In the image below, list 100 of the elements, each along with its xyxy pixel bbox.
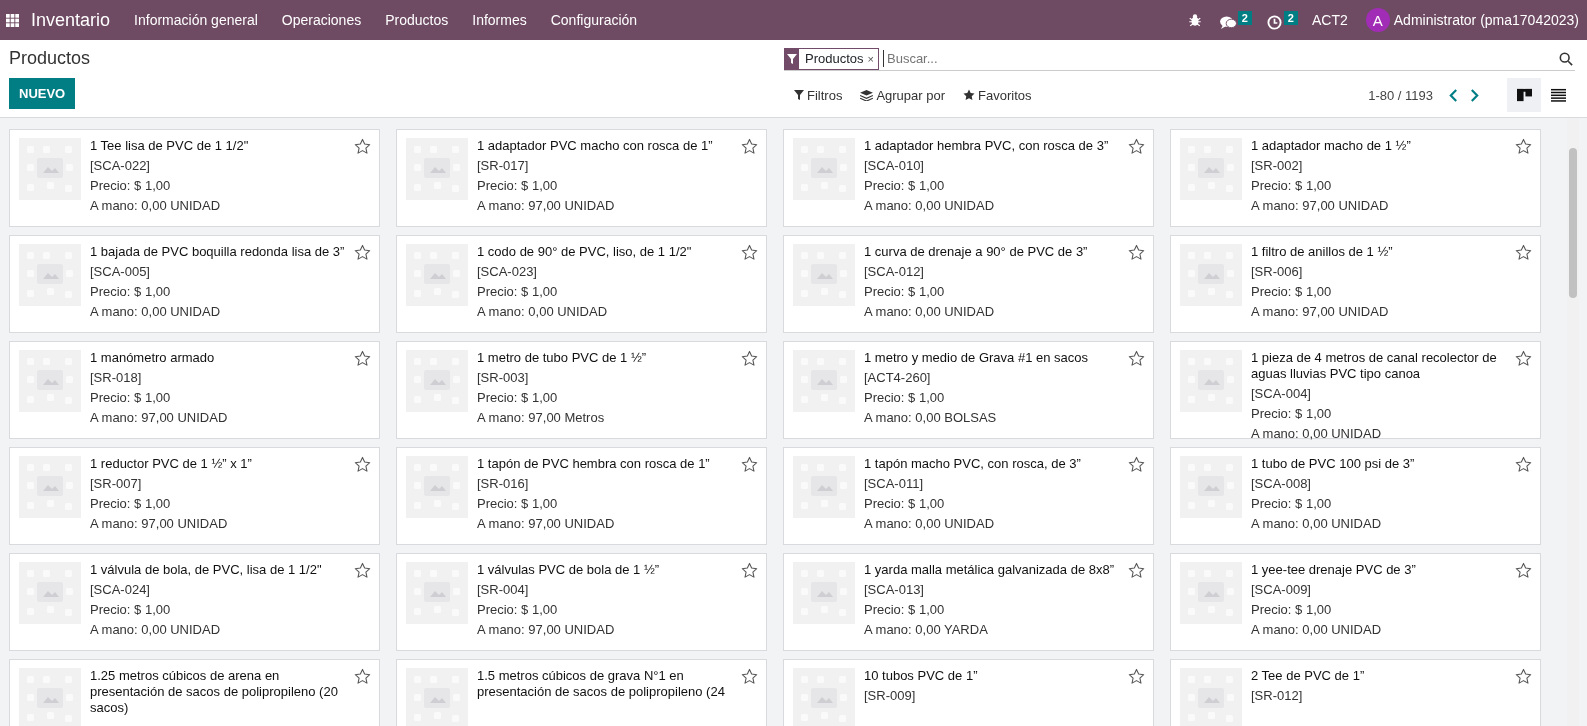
star-icon[interactable]	[354, 138, 371, 155]
product-name: 2 Tee de PVC de 1”	[1251, 668, 1366, 684]
star-icon[interactable]	[354, 562, 371, 579]
image-placeholder	[19, 456, 81, 518]
star-icon[interactable]	[354, 668, 371, 685]
star-icon[interactable]	[741, 668, 758, 685]
group-by-button[interactable]: Agrupar por	[851, 87, 955, 103]
product-card[interactable]: 1 bajada de PVC boquilla redonda lisa de 3” [SCA-005] Precio: $ 1,00 A mano: 0,00 UNIDAD	[9, 235, 380, 333]
previous-page-icon[interactable]	[1449, 88, 1458, 102]
menu-item[interactable]: Productos	[385, 12, 449, 28]
product-price: Precio: $ 1,00	[864, 602, 946, 618]
bug-icon[interactable]	[1187, 13, 1202, 27]
menu-item[interactable]: Operaciones	[281, 12, 362, 28]
product-card[interactable]: 1 manómetro armado [SR-018] Precio: $ 1,00 A mano: 97,00 UNIDAD	[9, 341, 380, 439]
product-name: 1 curva de drenaje a 90° de PVC de 3”	[864, 244, 1089, 260]
product-card[interactable]: 2 Tee de PVC de 1” [SR-012]	[1170, 659, 1541, 726]
product-price: Precio: $ 1,00	[1251, 602, 1333, 618]
user-name[interactable]: Administrator (pma17042023)	[1393, 12, 1579, 28]
product-name: 1 válvula de bola, de PVC, lisa de 1 1/2"	[90, 562, 323, 578]
menu-item[interactable]: Información general	[134, 12, 258, 28]
product-card[interactable]: 1 adaptador macho de 1 ½” [SR-002] Precio: $ 1,00 A mano: 97,00 UNIDAD	[1170, 129, 1541, 227]
product-code: [SCA-010]	[864, 158, 925, 174]
star-icon[interactable]	[1515, 138, 1532, 155]
product-name: 1 codo de 90° de PVC, liso, de 1 1/2"	[477, 244, 693, 260]
star-icon[interactable]	[1515, 668, 1532, 685]
star-icon[interactable]	[354, 350, 371, 367]
star-icon[interactable]	[354, 456, 371, 473]
product-name: 1 bajada de PVC boquilla redonda lisa de 3”	[90, 244, 346, 260]
product-code: [SR-016]	[477, 476, 530, 492]
clock-icon[interactable]	[1265, 14, 1283, 30]
product-card[interactable]: 1 yee-tee drenaje PVC de 3” [SCA-009] Precio: $ 1,00 A mano: 0,00 UNIDAD	[1170, 553, 1541, 651]
new-button[interactable]: NUEVO	[9, 78, 76, 109]
product-card[interactable]: 1.25 metros cúbicos de arena en presentación de sacos de polipropileno (20 sacos)	[9, 659, 380, 726]
star-icon[interactable]	[1128, 244, 1145, 261]
product-card[interactable]: 1 codo de 90° de PVC, liso, de 1 1/2" [SCA-023] Precio: $ 1,00 A mano: 0,00 UNIDAD	[396, 235, 767, 333]
star-icon[interactable]	[1128, 456, 1145, 473]
scrollbar[interactable]	[1567, 118, 1579, 726]
product-code: [SR-007]	[90, 476, 143, 492]
product-card[interactable]: 10 tubos PVC de 1” [SR-009]	[783, 659, 1154, 726]
image-placeholder	[793, 668, 855, 726]
user-avatar[interactable]: A	[1365, 8, 1390, 32]
app-grid-icon[interactable]	[6, 13, 19, 27]
product-card[interactable]: 1 válvula de bola, de PVC, lisa de 1 1/2" [SCA-024] Precio: $ 1,00 A mano: 0,00 UNIDAD	[9, 553, 380, 651]
star-icon[interactable]	[1128, 668, 1145, 685]
product-name: 1.25 metros cúbicos de arena en presentación de sacos de polipropileno (20 sacos)	[90, 668, 339, 716]
remove-facet-button[interactable]: ×	[867, 52, 878, 65]
star-icon[interactable]	[741, 562, 758, 579]
star-icon[interactable]	[1515, 244, 1532, 261]
filter-facet[interactable]: Productos ×	[784, 47, 879, 70]
product-name: 1 adaptador PVC macho con rosca de 1”	[477, 138, 714, 154]
star-icon[interactable]	[1515, 456, 1532, 473]
on-hand-quantity: A mano: 97,00 UNIDAD	[90, 516, 229, 532]
product-card[interactable]: 1 válvulas PVC de bola de 1 ½” [SR-004] Precio: $ 1,00 A mano: 97,00 UNIDAD	[396, 553, 767, 651]
star-icon[interactable]	[741, 350, 758, 367]
product-card[interactable]: 1 yarda malla metálica galvanizada de 8x8” [SCA-013] Precio: $ 1,00 A mano: 0,00 YARDA	[783, 553, 1154, 651]
product-card[interactable]: 1 tubo de PVC 100 psi de 3” [SCA-008] Precio: $ 1,00 A mano: 0,00 UNIDAD	[1170, 447, 1541, 545]
menu-item[interactable]: Informes	[472, 12, 527, 28]
star-icon[interactable]	[1128, 138, 1145, 155]
on-hand-quantity: A mano: 0,00 UNIDAD	[90, 198, 222, 214]
product-card[interactable]: 1.5 metros cúbicos de grava N°1 en presentación de sacos de polipropileno (24	[396, 659, 767, 726]
product-card[interactable]: 1 metro y medio de Grava #1 en sacos [ACT4-260] Precio: $ 1,00 A mano: 0,00 BOLSAS	[783, 341, 1154, 439]
image-placeholder	[793, 244, 855, 306]
product-price: Precio: $ 1,00	[90, 390, 172, 406]
next-page-icon[interactable]	[1470, 88, 1479, 102]
product-code: [SCA-022]	[90, 158, 151, 174]
product-card[interactable]: 1 adaptador PVC macho con rosca de 1” [SR-017] Precio: $ 1,00 A mano: 97,00 UNIDAD	[396, 129, 767, 227]
app-name[interactable]: Inventario	[31, 9, 111, 31]
kanban-view-button[interactable]	[1507, 78, 1541, 112]
image-placeholder	[793, 350, 855, 412]
menu-item[interactable]: Configuración	[550, 12, 638, 28]
product-card[interactable]: 1 tapón de PVC hembra con rosca de 1” [SR-016] Precio: $ 1,00 A mano: 97,00 UNIDAD	[396, 447, 767, 545]
product-card[interactable]: 1 adaptador hembra PVC, con rosca de 3” [SCA-010] Precio: $ 1,00 A mano: 0,00 UNIDAD	[783, 129, 1154, 227]
pager-value[interactable]: 1-80 / 1193	[1368, 87, 1433, 103]
product-code: [SCA-004]	[1251, 386, 1312, 402]
product-card[interactable]: 1 Tee lisa de PVC de 1 1/2" [SCA-022] Precio: $ 1,00 A mano: 0,00 UNIDAD	[9, 129, 380, 227]
product-code: [SCA-024]	[90, 582, 151, 598]
product-card[interactable]: 1 filtro de anillos de 1 ½” [SR-006] Precio: $ 1,00 A mano: 97,00 UNIDAD	[1170, 235, 1541, 333]
on-hand-quantity: A mano: 0,00 UNIDAD	[1251, 622, 1383, 638]
on-hand-quantity: A mano: 97,00 UNIDAD	[477, 622, 616, 638]
favorites-button[interactable]: Favoritos	[954, 87, 1041, 103]
chat-icon[interactable]	[1219, 14, 1237, 30]
star-icon[interactable]	[1128, 562, 1145, 579]
star-icon[interactable]	[1515, 562, 1532, 579]
company-name[interactable]: ACT2	[1312, 12, 1348, 28]
product-card[interactable]: 1 curva de drenaje a 90° de PVC de 3” [SCA-012] Precio: $ 1,00 A mano: 0,00 UNIDAD	[783, 235, 1154, 333]
star-icon[interactable]	[1128, 350, 1145, 367]
image-placeholder	[406, 350, 468, 412]
star-icon[interactable]	[741, 244, 758, 261]
product-card[interactable]: 1 metro de tubo PVC de 1 ½” [SR-003] Precio: $ 1,00 A mano: 97,00 Metros	[396, 341, 767, 439]
product-name: 1 tubo de PVC 100 psi de 3”	[1251, 456, 1416, 472]
star-icon[interactable]	[741, 456, 758, 473]
star-icon[interactable]	[1515, 350, 1532, 367]
star-icon[interactable]	[741, 138, 758, 155]
product-card[interactable]: 1 pieza de 4 metros de canal recolector de aguas lluvias PVC tipo canoa [SCA-004] Precio: $ 1,00 A mano: 0,00 UNIDAD	[1170, 341, 1541, 439]
product-card[interactable]: 1 reductor PVC de 1 ½” x 1” [SR-007] Precio: $ 1,00 A mano: 97,00 UNIDAD	[9, 447, 380, 545]
product-card[interactable]: 1 tapón macho PVC, con rosca, de 3” [SCA-011] Precio: $ 1,00 A mano: 0,00 UNIDAD	[783, 447, 1154, 545]
star-icon[interactable]	[354, 244, 371, 261]
image-placeholder	[406, 138, 468, 200]
search-icon[interactable]	[1559, 51, 1573, 66]
filters-button[interactable]: Filtros	[784, 87, 852, 103]
